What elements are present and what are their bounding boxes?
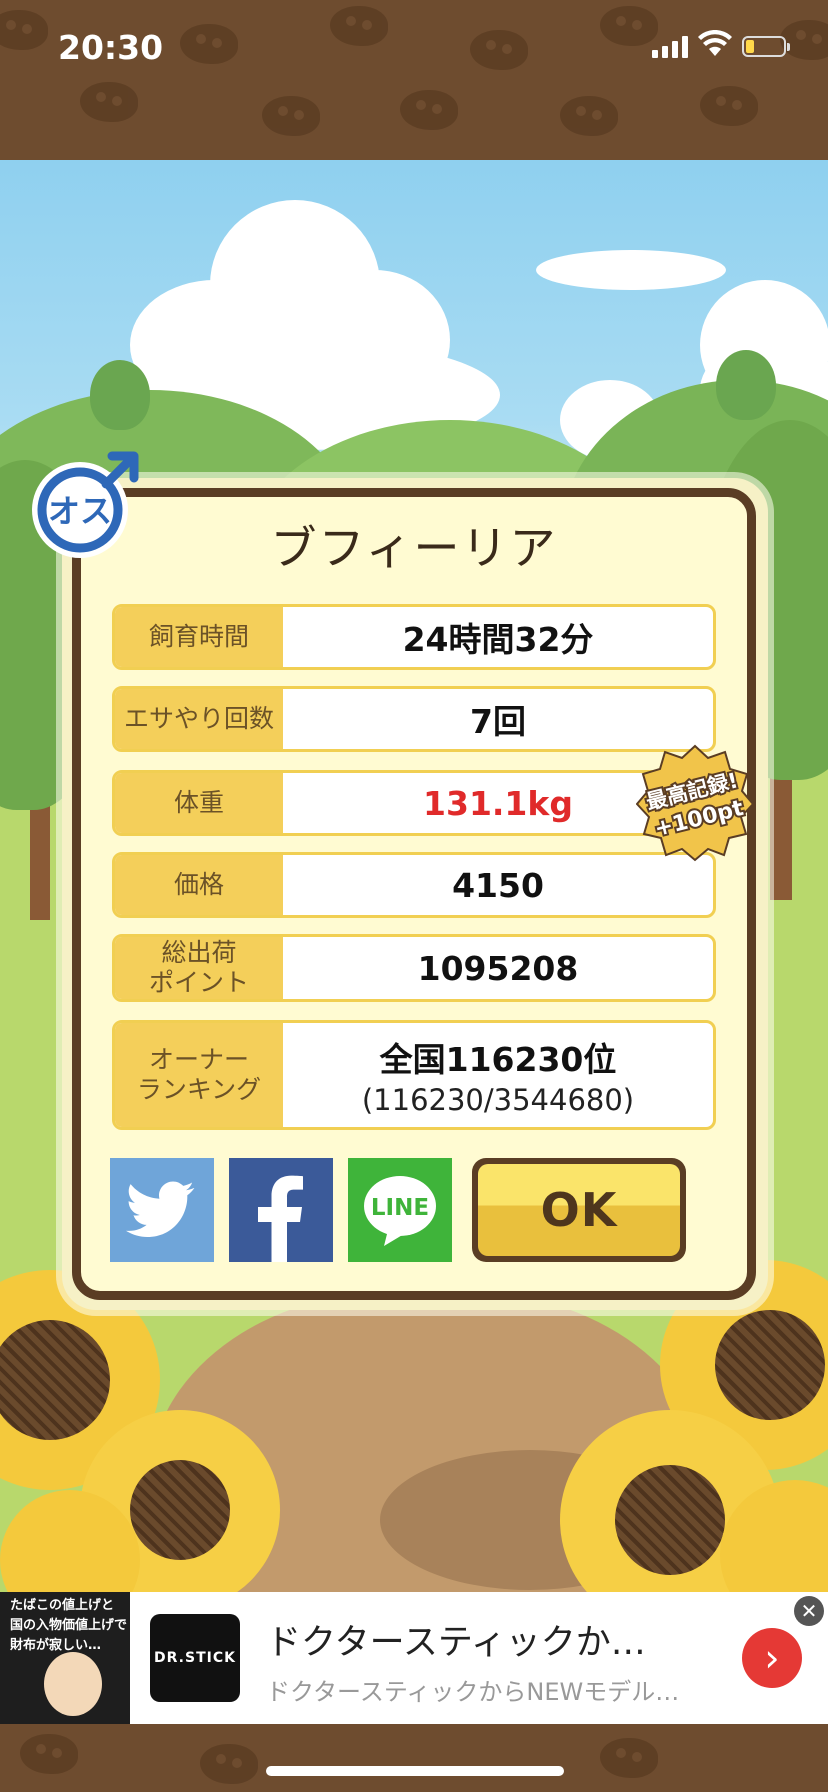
ad-brand-logo: DR.STICK <box>150 1614 240 1702</box>
ad-close-icon[interactable]: ✕ <box>794 1596 824 1626</box>
cellular-signal-icon <box>652 34 690 58</box>
bean-pattern <box>600 6 658 46</box>
ad-banner[interactable]: たばこの値上げと 国の入物価値上げで 財布が寂しい… DR.STICK ドクター… <box>0 1592 828 1724</box>
stat-row-price: 価格 4150 <box>112 852 716 918</box>
bean-pattern <box>262 96 320 136</box>
ad-character-image <box>44 1652 102 1716</box>
ok-button-label: OK <box>478 1164 680 1256</box>
sunflower-center <box>615 1465 725 1575</box>
cloud <box>536 250 726 290</box>
ad-subtitle: ドクタースティックからNEWモデル… <box>266 1678 680 1706</box>
twitter-share-button[interactable] <box>110 1158 214 1262</box>
bean-pattern <box>470 30 528 70</box>
tree <box>90 360 150 430</box>
stat-value-ranking: 全国116230位 (116230/3544680) <box>283 1023 713 1127</box>
stat-label: エサやり回数 <box>115 689 283 749</box>
stat-label: 総出荷 ポイント <box>115 937 283 999</box>
stat-label: 体重 <box>115 773 283 833</box>
stat-row-total-points: 総出荷 ポイント 1095208 <box>112 934 716 1002</box>
bean-pattern <box>0 10 48 50</box>
line-label: LINE <box>371 1195 429 1221</box>
ranking-detail: (116230/3544680) <box>361 1083 635 1117</box>
ad-open-arrow-icon[interactable]: › <box>742 1628 802 1688</box>
ok-button[interactable]: OK <box>472 1158 686 1262</box>
stat-row-feeding-count: エサやり回数 7回 <box>112 686 716 752</box>
bean-pattern <box>200 1744 258 1784</box>
stat-value: 24時間32分 <box>402 620 594 659</box>
ranking-value: 全国116230位 <box>379 1040 617 1079</box>
bean-pattern <box>330 6 388 46</box>
tree <box>716 350 776 420</box>
battery-icon <box>742 36 790 57</box>
bean-pattern <box>80 82 138 122</box>
stat-value: 1095208 <box>417 948 579 988</box>
bean-pattern <box>400 90 458 130</box>
bottom-background <box>0 1724 828 1792</box>
stat-row-owner-ranking: オーナー ランキング 全国116230位 (116230/3544680) <box>112 1020 716 1130</box>
bean-pattern <box>780 20 828 60</box>
stat-row-rearing-time: 飼育時間 24時間32分 <box>112 604 716 670</box>
sunflower-center <box>130 1460 230 1560</box>
line-share-button[interactable]: LINE <box>348 1158 452 1262</box>
stat-label: 価格 <box>115 855 283 915</box>
stat-value: 7回 <box>470 702 526 741</box>
record-badge: 最高記録! +100pt <box>636 744 754 862</box>
bean-pattern <box>180 24 238 64</box>
facebook-share-button[interactable] <box>229 1158 333 1262</box>
bean-pattern <box>560 96 618 136</box>
home-indicator[interactable] <box>266 1766 564 1776</box>
stat-label: オーナー ランキング <box>115 1023 283 1127</box>
stat-value: 4150 <box>452 865 544 905</box>
stat-row-weight: 体重 131.1kg <box>112 770 716 836</box>
bean-pattern <box>700 86 758 126</box>
status-time: 20:30 <box>58 28 164 67</box>
stat-label: 飼育時間 <box>115 607 283 667</box>
ad-thumbnail[interactable]: たばこの値上げと 国の入物価値上げで 財布が寂しい… <box>0 1592 130 1724</box>
ad-thumbnail-text: たばこの値上げと 国の入物価値上げで 財布が寂しい… <box>10 1598 128 1653</box>
pig-name-title: ブフィーリア <box>270 521 558 575</box>
ad-title: ドクタースティックか… <box>266 1623 646 1663</box>
sunflower-center <box>715 1310 825 1420</box>
wifi-icon <box>698 30 732 56</box>
bean-pattern <box>20 1734 78 1774</box>
bean-pattern <box>600 1738 658 1778</box>
status-bar-background <box>0 0 828 160</box>
